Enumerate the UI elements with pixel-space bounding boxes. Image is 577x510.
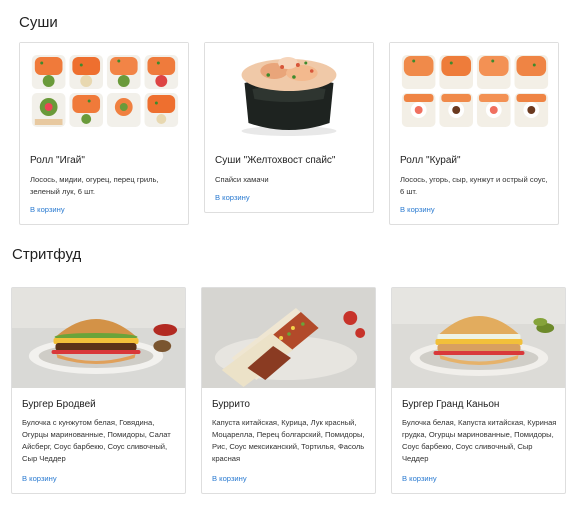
- product-description: Спайси хамачи: [215, 175, 269, 184]
- product-name: Суши "Желтохвост спайс": [215, 155, 336, 166]
- burger-broadway-image[interactable]: [12, 288, 185, 388]
- product-name: Ролл "Игай": [30, 155, 85, 166]
- burrito-image[interactable]: [202, 288, 375, 388]
- product-description: Лосось, мидии, огурец, перец гриль, зеле…: [30, 175, 159, 196]
- product-description: Булочка белая, Капуста китайская, Курина…: [402, 418, 557, 463]
- add-to-cart-link[interactable]: В корзину: [402, 474, 437, 483]
- burger-grand-canyon-image[interactable]: [392, 288, 565, 388]
- add-to-cart-link[interactable]: В корзину: [400, 205, 435, 214]
- product-card: Бургер Бродвей Булочка с кунжутом белая,…: [11, 287, 186, 494]
- add-to-cart-link[interactable]: В корзину: [22, 474, 57, 483]
- product-name: Бургер Гранд Каньон: [402, 399, 500, 410]
- product-name: Бургер Бродвей: [22, 399, 96, 410]
- product-card: Ролл "Курай" Лосось, угорь, сыр, кунжут …: [389, 42, 559, 225]
- product-name: Буррито: [212, 399, 250, 410]
- section-title-sushi: Суши: [19, 14, 58, 31]
- product-card: Ролл "Игай" Лосось, мидии, огурец, перец…: [19, 42, 189, 225]
- product-description: Булочка с кунжутом белая, Говядина, Огур…: [22, 418, 171, 463]
- add-to-cart-link[interactable]: В корзину: [212, 474, 247, 483]
- roll-kurai-image[interactable]: [390, 43, 558, 139]
- product-name: Ролл "Курай": [400, 155, 461, 166]
- roll-igai-image[interactable]: [20, 43, 188, 139]
- product-card: Буррито Капуста китайская, Курица, Лук к…: [201, 287, 376, 494]
- add-to-cart-link[interactable]: В корзину: [30, 205, 65, 214]
- product-description: Лосось, угорь, сыр, кунжут и острый соус…: [400, 175, 548, 196]
- sushi-yellowtail-image[interactable]: [205, 43, 373, 139]
- product-description: Капуста китайская, Курица, Лук красный, …: [212, 418, 365, 463]
- product-card: Суши "Желтохвост спайс" Спайси хамачи В …: [204, 42, 374, 213]
- product-card: Бургер Гранд Каньон Булочка белая, Капус…: [391, 287, 566, 494]
- add-to-cart-link[interactable]: В корзину: [215, 193, 250, 202]
- section-title-streetfood: Стритфуд: [12, 246, 82, 263]
